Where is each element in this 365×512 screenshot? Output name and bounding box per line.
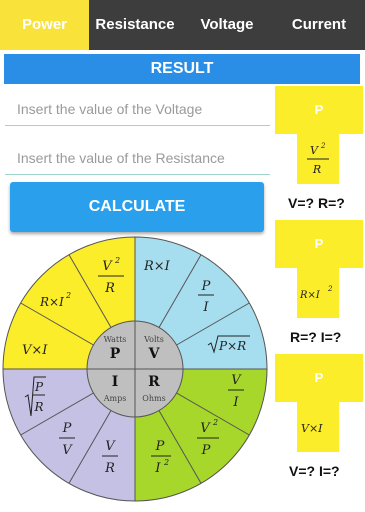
svg-text:P: P [201, 443, 211, 458]
svg-text:V: V [310, 144, 319, 157]
watts-label: Watts [104, 335, 127, 344]
result-bar: RESULT [4, 54, 360, 84]
svg-text:V: V [231, 373, 242, 388]
ohms-label: Ohms [142, 394, 165, 403]
svg-text:2: 2 [327, 285, 333, 293]
calculate-button[interactable]: CALCULATE [10, 182, 264, 232]
svg-text:P: P [34, 380, 44, 394]
svg-text:R: R [104, 461, 115, 476]
svg-text:I: I [202, 300, 209, 315]
svg-text:V: V [62, 443, 73, 458]
svg-text:V×I: V×I [22, 343, 48, 358]
volts-label: Volts [143, 335, 164, 344]
svg-text:P: P [155, 439, 165, 454]
result-card-1-unknowns: V=? R=? [288, 195, 345, 211]
amps-label: Amps [103, 394, 127, 403]
svg-text:R: R [104, 281, 115, 296]
formula-wheel: Watts P Volts V I Amps R Ohms V 2 R R×I … [2, 236, 268, 502]
svg-text:2: 2 [320, 142, 326, 150]
svg-text:V: V [200, 421, 211, 436]
formula-v-times-i: V×I [22, 343, 48, 358]
svg-text:P×R: P×R [218, 339, 246, 353]
tab-power[interactable]: Power [0, 0, 89, 50]
svg-text:V: V [102, 259, 113, 274]
result-card-1-formula: V 2 R [297, 134, 339, 184]
voltage-input[interactable] [5, 92, 270, 126]
svg-text:R×I: R×I [143, 259, 171, 274]
svg-text:P: P [201, 279, 211, 294]
svg-text:R×I: R×I [299, 290, 321, 301]
tab-voltage[interactable]: Voltage [181, 0, 273, 50]
formula-v2-over-r-icon: V 2 R [307, 142, 329, 176]
tab-bar: Power Resistance Voltage Current [0, 0, 365, 50]
svg-text:2: 2 [65, 291, 71, 300]
result-card-3-formula: V×I [297, 402, 339, 452]
svg-text:2: 2 [163, 458, 169, 467]
svg-text:V×I: V×I [301, 422, 323, 435]
svg-text:2: 2 [212, 418, 218, 427]
result-card-2-formula: R×I 2 [297, 268, 339, 318]
svg-text:R: R [312, 163, 321, 176]
result-card-2-header: P [275, 220, 363, 268]
resistance-input[interactable] [5, 141, 270, 175]
svg-text:V: V [105, 439, 116, 454]
tab-resistance[interactable]: Resistance [89, 0, 181, 50]
formula-v-times-i-icon: V×I [301, 422, 323, 435]
svg-text:R×I: R×I [39, 295, 64, 309]
svg-text:R: R [33, 400, 43, 414]
tab-current[interactable]: Current [273, 0, 365, 50]
svg-text:P: P [62, 421, 72, 436]
i-letter: I [112, 374, 119, 390]
v-letter: V [148, 346, 161, 362]
result-card-2-unknowns: R=? I=? [290, 329, 342, 345]
svg-text:I: I [154, 461, 161, 476]
result-card-1-header: P [275, 86, 363, 134]
formula-r-times-i2-icon: R×I 2 [299, 285, 333, 301]
svg-text:I: I [232, 395, 239, 410]
formula-r-times-i: R×I [143, 259, 171, 274]
result-card-3-unknowns: V=? I=? [289, 463, 340, 479]
result-card-3-header: P [275, 354, 363, 402]
r-letter: R [148, 374, 160, 390]
svg-text:2: 2 [114, 256, 120, 265]
p-letter: P [110, 346, 121, 362]
